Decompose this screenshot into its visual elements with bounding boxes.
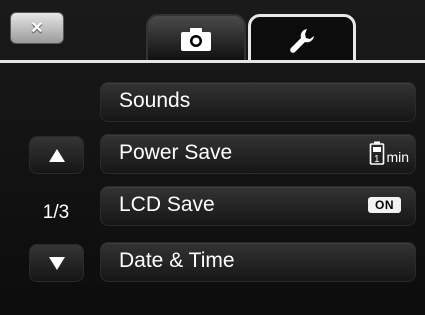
tab-camera[interactable] [146,14,246,62]
tab-setup[interactable] [248,14,356,63]
battery-timer-icon: 1 [370,141,385,165]
page-up-button[interactable] [29,136,84,174]
menu-item-label: LCD Save [119,193,215,216]
close-button[interactable]: × [10,12,64,44]
menu-item-label: Date & Time [119,249,235,272]
close-icon: × [31,16,43,39]
menu-item-sounds[interactable]: Sounds [100,82,416,122]
menu-item-label: Power Save [119,141,233,164]
power-save-value: 1 min [369,141,409,165]
menu-item-date-time[interactable]: Date & Time [100,242,416,282]
camera-icon [181,28,211,51]
header-divider [0,60,425,63]
wrench-icon [290,29,314,53]
triangle-down-icon [48,256,65,270]
lcd-save-status-badge: ON [368,197,401,213]
page-down-button[interactable] [29,244,84,282]
menu-item-label: Sounds [119,89,191,112]
power-save-unit: min [386,149,409,165]
power-save-digit: 1 [374,154,380,165]
menu-item-power-save[interactable]: Power Save 1 min [100,134,416,174]
camera-settings-screen: × 1/3 Sounds Power Save 1 min LCD Save O… [0,0,425,315]
page-indicator: 1/3 [42,202,70,223]
menu-item-lcd-save[interactable]: LCD Save ON [100,186,416,226]
triangle-up-icon [48,148,65,162]
